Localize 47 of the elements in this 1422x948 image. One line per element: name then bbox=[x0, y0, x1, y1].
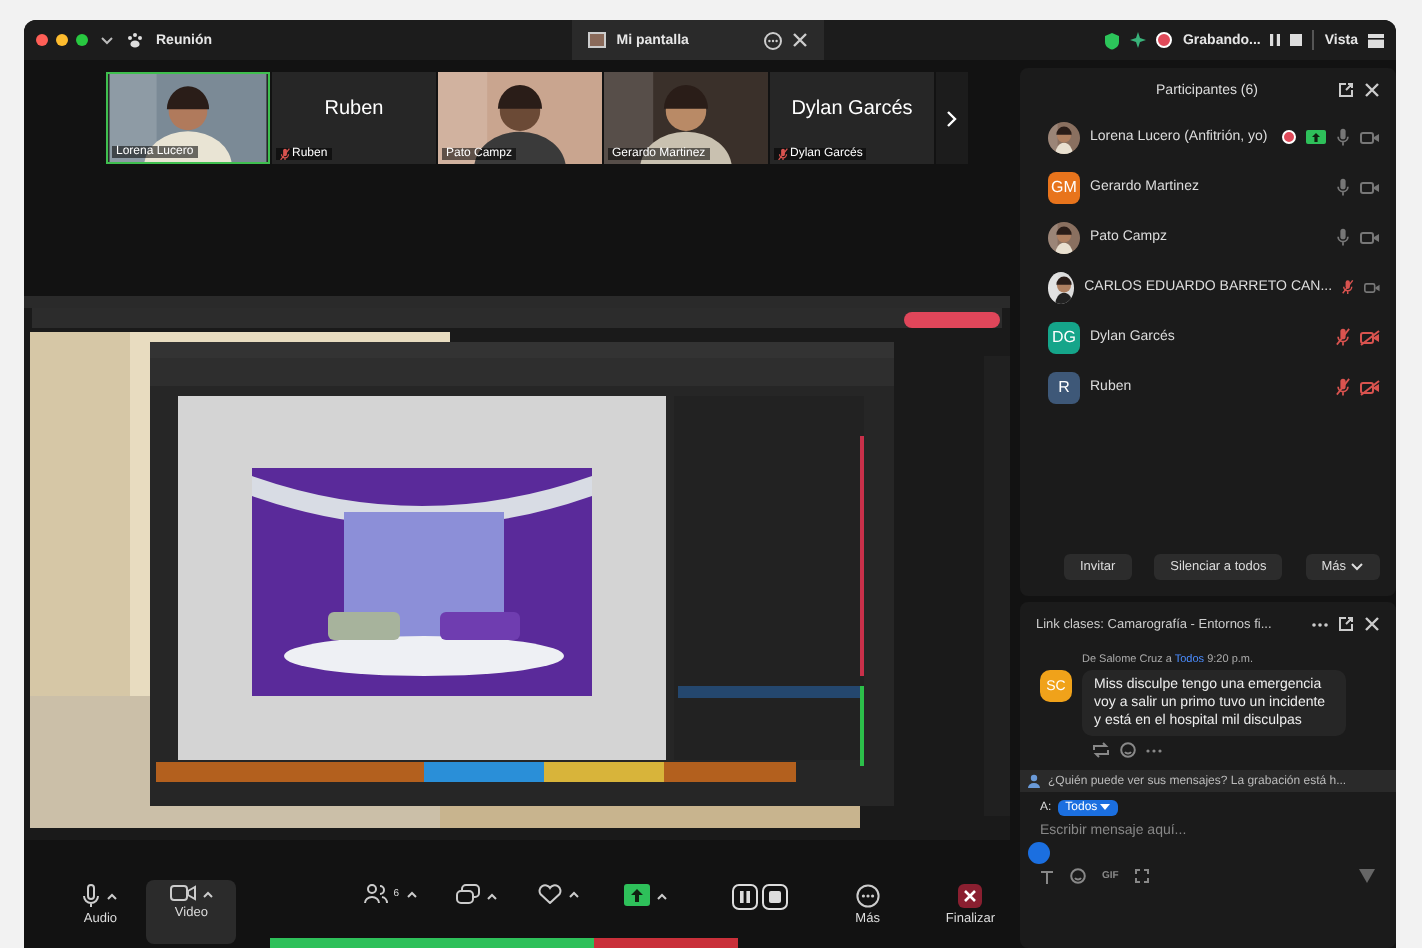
chevron-right-icon bbox=[946, 109, 958, 127]
shield-icon bbox=[1104, 31, 1121, 49]
caret-icon bbox=[1100, 804, 1111, 810]
pause-icon[interactable] bbox=[1270, 34, 1281, 46]
video-camera-icon bbox=[169, 884, 196, 902]
caret-icon[interactable] bbox=[485, 891, 498, 899]
heart-icon bbox=[538, 884, 563, 904]
end-meeting-icon bbox=[958, 884, 983, 908]
emoji-icon[interactable] bbox=[1070, 868, 1086, 884]
microphone-icon bbox=[82, 884, 101, 908]
screen-thumbnail-icon bbox=[588, 32, 607, 48]
more-options-icon[interactable] bbox=[1312, 621, 1328, 627]
caret-icon[interactable] bbox=[106, 892, 119, 900]
caret-icon[interactable] bbox=[201, 889, 214, 897]
caret-icon[interactable] bbox=[568, 890, 581, 898]
stop-icon[interactable] bbox=[1290, 34, 1303, 46]
more-options-icon[interactable] bbox=[1146, 747, 1162, 753]
avatar-initials: DG bbox=[1048, 321, 1080, 353]
caret-icon[interactable] bbox=[655, 891, 668, 899]
add-reaction-icon[interactable] bbox=[1120, 742, 1136, 758]
reply-icon[interactable] bbox=[1092, 742, 1110, 758]
chevron-down-icon[interactable] bbox=[1349, 562, 1364, 572]
text-format-icon[interactable] bbox=[1040, 869, 1054, 883]
sparkle-icon bbox=[1130, 32, 1147, 48]
chevron-down-icon[interactable] bbox=[100, 35, 114, 45]
caret-icon[interactable] bbox=[405, 890, 418, 898]
avatar-initials: R bbox=[1048, 371, 1080, 403]
recording-icon bbox=[1156, 32, 1173, 48]
screenshot-icon[interactable] bbox=[1134, 868, 1151, 884]
more-options-icon bbox=[855, 884, 880, 908]
close-icon[interactable] bbox=[1364, 616, 1380, 632]
participant-name: Ruben bbox=[322, 98, 386, 120]
popout-icon[interactable] bbox=[1338, 82, 1354, 98]
close-icon[interactable] bbox=[792, 32, 809, 48]
grid-view-icon[interactable] bbox=[1368, 33, 1384, 47]
chat-bubbles-icon bbox=[455, 884, 480, 906]
participant-name: Dylan Garcés bbox=[789, 98, 915, 120]
pause-stop-recording-icon bbox=[731, 884, 787, 910]
avatar-initials: GM bbox=[1048, 171, 1080, 203]
more-options-icon[interactable] bbox=[764, 31, 783, 49]
assistant-button[interactable] bbox=[1028, 842, 1050, 864]
close-icon[interactable] bbox=[1364, 82, 1380, 98]
paw-icon bbox=[126, 32, 144, 48]
people-icon bbox=[1028, 774, 1044, 788]
people-icon bbox=[363, 884, 388, 904]
popout-icon[interactable] bbox=[1338, 616, 1354, 632]
share-screen-icon bbox=[623, 884, 650, 906]
